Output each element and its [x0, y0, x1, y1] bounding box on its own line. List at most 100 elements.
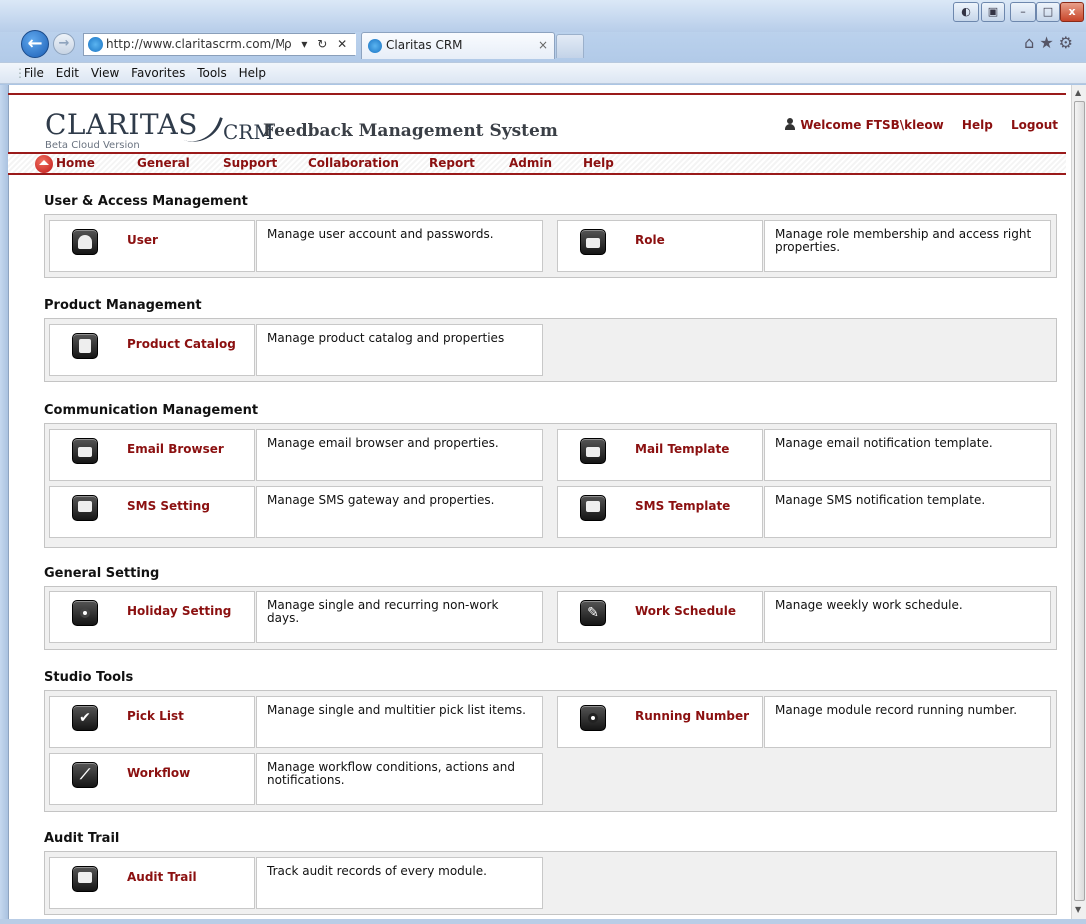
ie-icon — [368, 39, 382, 53]
module-icon-cell[interactable]: ⟋ Workflow — [49, 753, 255, 805]
back-button[interactable]: ← — [21, 30, 49, 58]
maximize-button[interactable]: □ — [1036, 2, 1060, 22]
document-icon — [72, 866, 98, 892]
module-link[interactable]: SMS Template — [635, 499, 730, 513]
chat-icon — [72, 495, 98, 521]
person-icon — [784, 118, 796, 130]
tab-title: Claritas CRM — [386, 38, 463, 52]
module-icon-cell[interactable]: SMS Template — [557, 486, 763, 538]
module-description: Manage module record running number. — [764, 696, 1051, 748]
claritas-logo[interactable]: CLARITAS CRM Beta Cloud Version — [45, 107, 274, 151]
module-link[interactable]: Role — [635, 233, 665, 247]
tab-claritas-crm[interactable]: Claritas CRM × — [361, 32, 555, 59]
ie-icon — [88, 37, 103, 52]
camera-icon — [72, 600, 98, 626]
module-icon-cell[interactable]: Holiday Setting — [49, 591, 255, 643]
module-link[interactable]: Mail Template — [635, 442, 729, 456]
module-link[interactable]: Product Catalog — [127, 337, 236, 351]
module-description: Manage product catalog and properties — [256, 324, 543, 376]
module-link[interactable]: Holiday Setting — [127, 604, 231, 618]
module-link[interactable]: Running Number — [635, 709, 749, 723]
module-description: Manage single and recurring non-work day… — [256, 591, 543, 643]
welcome-text: Welcome FTSB\kleow — [800, 118, 944, 132]
forward-button[interactable]: → — [53, 33, 75, 55]
section-title: General Setting — [44, 566, 160, 581]
menu-edit[interactable]: Edit — [52, 63, 83, 83]
module-description: Manage SMS gateway and properties. — [256, 486, 543, 538]
menu-favorites[interactable]: Favorites — [127, 63, 189, 83]
module-icon-cell[interactable]: ✎ Work Schedule — [557, 591, 763, 643]
module-description: Manage SMS notification template. — [764, 486, 1051, 538]
module-icon-cell[interactable]: Role — [557, 220, 763, 272]
module-link[interactable]: Work Schedule — [635, 604, 736, 618]
record-icon — [580, 705, 606, 731]
title-bar — [0, 0, 1086, 32]
module-description: Manage email browser and properties. — [256, 429, 543, 481]
nav-help[interactable]: Help — [583, 156, 614, 170]
menu-tools[interactable]: Tools — [193, 63, 231, 83]
section-title: User & Access Management — [44, 194, 248, 209]
help-link[interactable]: Help — [962, 118, 993, 132]
module-icon-cell[interactable]: User — [49, 220, 255, 272]
nav-admin[interactable]: Admin — [509, 156, 552, 170]
menu-file[interactable]: File — [20, 63, 48, 83]
user-icon — [72, 229, 98, 255]
module-icon-cell[interactable]: Product Catalog — [49, 324, 255, 376]
scroll-up-icon[interactable]: ▲ — [1075, 88, 1081, 97]
scroll-thumb[interactable] — [1074, 101, 1085, 901]
browser-chrome: ◐ ▣ – □ x ← → http://www.claritascrm.com… — [0, 0, 1086, 93]
window-frame-bottom — [0, 919, 1086, 924]
address-url: http://www.claritascrm.com/Mair — [106, 37, 302, 51]
chart-icon: ⟋ — [72, 762, 98, 788]
envelope-icon — [580, 438, 606, 464]
logout-link[interactable]: Logout — [1011, 118, 1058, 132]
new-tab-button[interactable] — [556, 34, 584, 58]
system-title: Feedback Management System — [263, 121, 558, 141]
compat-view-button[interactable]: ◐ — [953, 2, 979, 22]
welcome-link[interactable]: Welcome FTSB\kleow — [784, 118, 944, 132]
vertical-scrollbar[interactable]: ▲ ▼ — [1071, 85, 1086, 919]
section-title: Audit Trail — [44, 831, 120, 846]
module-icon-cell[interactable]: Mail Template — [557, 429, 763, 481]
module-description: Track audit records of every module. — [256, 857, 543, 909]
address-tools[interactable]: ρ ▾ ↻ ✕ — [284, 34, 356, 55]
menu-help[interactable]: Help — [235, 63, 270, 83]
module-icon-cell[interactable]: Audit Trail — [49, 857, 255, 909]
module-link[interactable]: SMS Setting — [127, 499, 210, 513]
pin-button[interactable]: ▣ — [981, 2, 1005, 22]
nav-home[interactable]: Home — [56, 156, 95, 170]
module-link[interactable]: User — [127, 233, 158, 247]
briefcase-icon — [580, 229, 606, 255]
module-icon-cell[interactable]: Running Number — [557, 696, 763, 748]
logo-wordmark: CLARITAS — [45, 108, 198, 141]
module-icon-cell[interactable]: SMS Setting — [49, 486, 255, 538]
module-link[interactable]: Pick List — [127, 709, 184, 723]
nav-collaboration[interactable]: Collaboration — [308, 156, 399, 170]
close-window-button[interactable]: x — [1060, 2, 1084, 22]
module-link[interactable]: Audit Trail — [127, 870, 197, 884]
envelope-icon — [72, 438, 98, 464]
module-link[interactable]: Email Browser — [127, 442, 224, 456]
close-tab-icon[interactable]: × — [538, 33, 548, 58]
minimize-button[interactable]: – — [1010, 2, 1036, 22]
catalog-icon — [72, 333, 98, 359]
scroll-down-icon[interactable]: ▼ — [1075, 905, 1081, 914]
beta-label: Beta Cloud Version — [45, 140, 140, 151]
module-icon-cell[interactable]: ✔ Pick List — [49, 696, 255, 748]
section-title: Product Management — [44, 298, 202, 313]
module-description: Manage role membership and access right … — [764, 220, 1051, 272]
user-menu: Welcome FTSB\kleow Help Logout — [770, 118, 1058, 132]
menu-view[interactable]: View — [87, 63, 123, 83]
nav-report[interactable]: Report — [429, 156, 475, 170]
home-favorites-tools-icons[interactable]: ⌂★⚙ — [1024, 33, 1078, 52]
window-frame-left — [0, 85, 8, 919]
chat-icon — [580, 495, 606, 521]
checkmark-icon: ✔ — [72, 705, 98, 731]
module-icon-cell[interactable]: Email Browser — [49, 429, 255, 481]
module-description: Manage weekly work schedule. — [764, 591, 1051, 643]
module-link[interactable]: Workflow — [127, 766, 190, 780]
home-icon[interactable] — [35, 155, 53, 173]
module-description: Manage email notification template. — [764, 429, 1051, 481]
nav-general[interactable]: General — [137, 156, 190, 170]
nav-support[interactable]: Support — [223, 156, 277, 170]
